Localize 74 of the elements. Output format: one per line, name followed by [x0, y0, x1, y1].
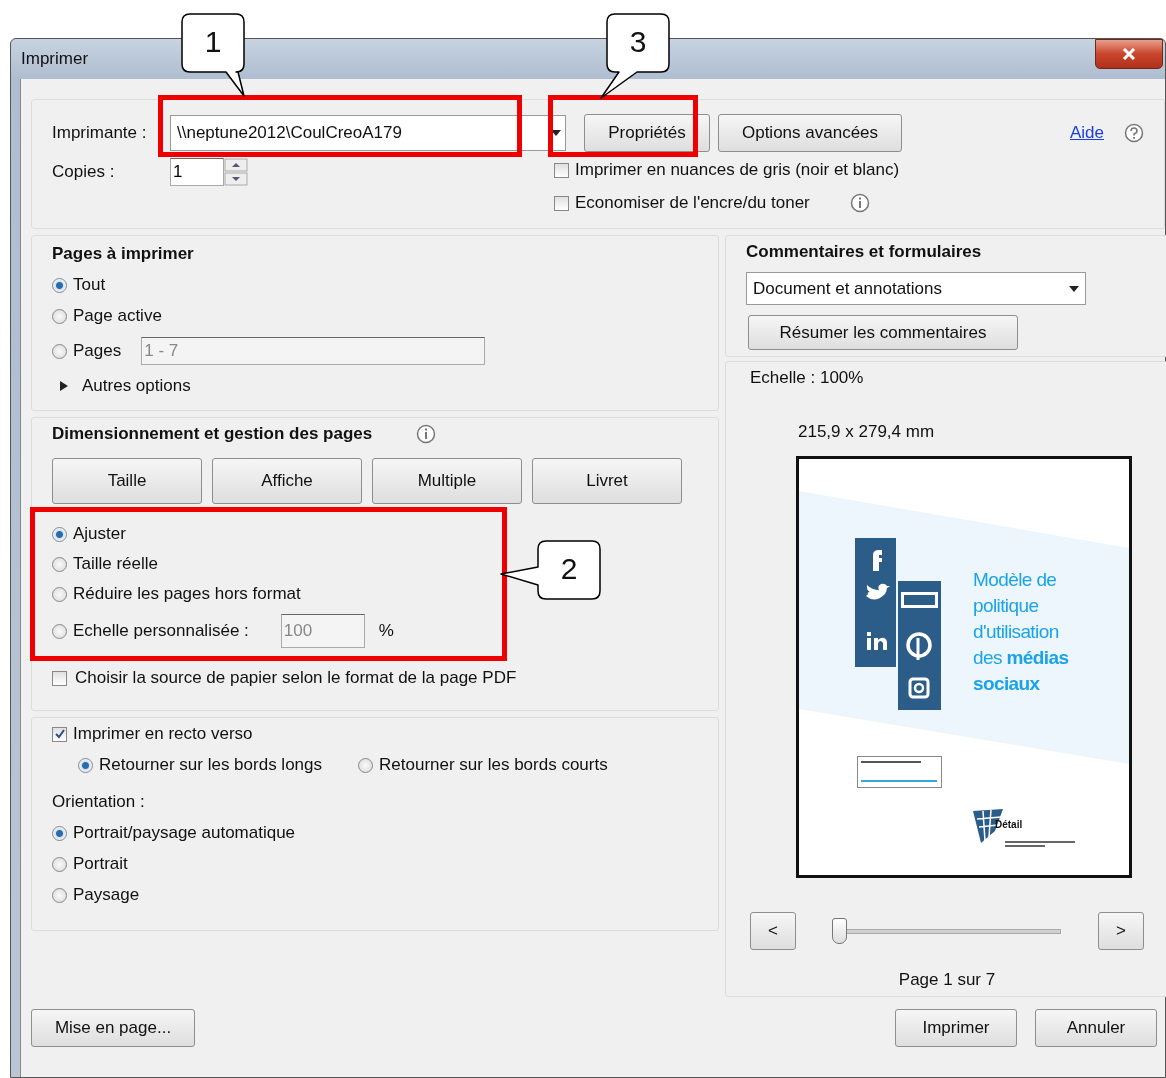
document-title: Modèle de politique d'utilisation des médias sociaux — [973, 568, 1070, 696]
callout-bubble: 3 — [598, 13, 670, 101]
radio-button[interactable] — [52, 856, 67, 872]
radio-button[interactable] — [52, 526, 67, 542]
checkbox[interactable] — [52, 670, 67, 686]
copies-field[interactable]: 1 — [170, 158, 224, 186]
print-button[interactable]: Imprimer — [895, 1009, 1017, 1047]
close-icon — [1122, 48, 1136, 60]
printer-dropdown[interactable]: \\neptune2012\CoulCreoA179 — [170, 115, 566, 151]
callout-bubble: 2 — [498, 540, 601, 600]
page-indicator: Page 1 sur 7 — [898, 970, 996, 990]
sizing-mode-button[interactable]: Taille — [52, 458, 202, 504]
more-options-toggle[interactable]: Autres options — [82, 376, 191, 396]
properties-button[interactable]: Propriétés — [584, 114, 710, 152]
paper-size-label: 215,9 x 279,4 mm — [798, 422, 935, 442]
window-title: Imprimer — [21, 49, 89, 69]
callout-bubble: 1 — [181, 13, 245, 99]
sizing-mode-button[interactable]: Livret — [532, 458, 682, 504]
radio-label: Portrait/paysage automatique — [73, 823, 296, 843]
sizing-mode-button[interactable]: Multiple — [372, 458, 522, 504]
radio-button[interactable] — [52, 887, 67, 903]
summarize-comments-button[interactable]: Résumer les commentaires — [748, 315, 1018, 350]
dropdown-arrow-icon[interactable] — [1069, 285, 1079, 292]
printer-label: Imprimante : — [52, 123, 148, 143]
sizing-mode-button[interactable]: Affiche — [212, 458, 362, 504]
radio-label: Page active — [73, 306, 162, 326]
checkbox-label: Economiser de l'encre/du toner — [575, 193, 810, 213]
radio-button[interactable] — [78, 757, 93, 773]
logo-text: Détail — [995, 819, 1023, 830]
help-icon[interactable] — [1124, 123, 1144, 143]
tagline-drawing — [1005, 840, 1075, 848]
checkbox-label: Imprimer en nuances de gris (noir et blanc) — [575, 160, 900, 180]
close-button[interactable] — [1095, 39, 1163, 69]
radio-button[interactable] — [52, 277, 67, 293]
expand-arrow-icon[interactable] — [60, 381, 68, 391]
dropdown-arrow-icon[interactable] — [551, 130, 561, 136]
radio-label: Retourner sur les bords longs — [99, 755, 322, 775]
section-heading: Pages à imprimer — [52, 244, 195, 264]
radio-label: Echelle personnalisée : — [73, 621, 249, 641]
radio-label: Pages — [73, 341, 122, 361]
radio-label: Paysage — [73, 885, 140, 905]
radio-label: Tout — [73, 275, 106, 295]
help-link[interactable]: Aide — [1069, 123, 1104, 143]
radio-button[interactable] — [358, 757, 373, 773]
checkbox[interactable] — [554, 162, 569, 178]
percent-label: % — [378, 621, 394, 641]
radio-label: Portrait — [73, 854, 128, 874]
comments-dropdown[interactable]: Document et annotations — [746, 272, 1086, 306]
checkbox-label: Imprimer en recto verso — [73, 724, 253, 744]
radio-button[interactable] — [52, 825, 67, 841]
page-setup-button[interactable]: Mise en page... — [31, 1009, 195, 1047]
previous-page-button[interactable]: < — [750, 912, 796, 950]
orientation-label: Orientation : — [52, 792, 146, 812]
radio-label: Taille réelle — [73, 554, 159, 574]
section-heading: Commentaires et formulaires — [746, 242, 983, 262]
radio-button[interactable] — [52, 586, 67, 602]
info-icon — [416, 424, 437, 444]
checkbox-label: Choisir la source de papier selon le format de la page PDF — [75, 668, 517, 688]
next-page-button[interactable]: > — [1098, 912, 1144, 950]
section-heading: Dimensionnement et gestion des pages — [52, 424, 373, 444]
radio-label: Retourner sur les bords courts — [379, 755, 608, 775]
slider-thumb[interactable] — [831, 918, 847, 944]
radio-label: Réduire les pages hors format — [73, 584, 301, 604]
copies-label: Copies : — [52, 162, 116, 182]
spinner-icon[interactable] — [224, 158, 248, 186]
page-slider[interactable] — [833, 918, 1061, 944]
radio-button[interactable] — [52, 308, 67, 324]
checkbox[interactable] — [52, 726, 67, 742]
radio-button[interactable] — [52, 556, 67, 572]
cancel-button[interactable]: Annuler — [1035, 1009, 1157, 1047]
advanced-options-button[interactable]: Options avancées — [718, 114, 902, 152]
radio-label: Ajuster — [73, 524, 126, 544]
checkbox[interactable] — [554, 195, 569, 211]
scale-label: Echelle : 100% — [750, 368, 864, 388]
